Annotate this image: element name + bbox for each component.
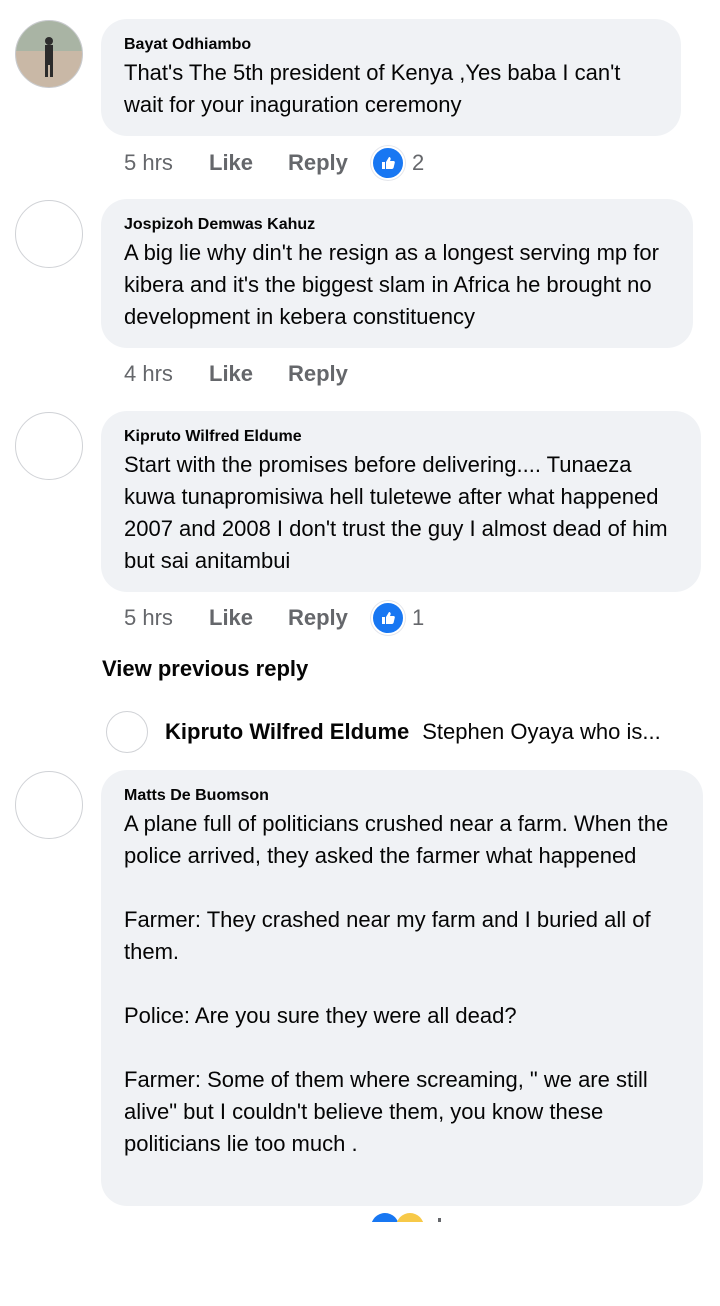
comment-author[interactable]: Bayat Odhiambo — [124, 35, 659, 55]
avatar[interactable] — [15, 20, 83, 88]
profile-photo — [16, 21, 82, 87]
reply-button[interactable]: Reply — [288, 150, 371, 176]
avatar[interactable] — [15, 200, 83, 268]
like-button[interactable]: Like — [209, 361, 288, 387]
comment-text: A plane full of politicians crushed near… — [124, 811, 669, 1156]
comment-time[interactable]: 5 hrs — [124, 150, 209, 176]
thumbs-up-icon — [371, 601, 405, 635]
comment-text: Start with the promises before deliverin… — [124, 452, 668, 573]
view-previous-reply-link[interactable]: View previous reply — [102, 656, 308, 682]
thumbs-up-icon — [371, 1213, 399, 1222]
reply-snippet[interactable]: Stephen Oyaya who is... — [422, 719, 660, 745]
comment-text: A big lie why din't he resign as a longe… — [124, 240, 659, 329]
comment-actions: 4 hrs Like Reply — [124, 358, 371, 390]
avatar[interactable] — [15, 771, 83, 839]
reaction-summary-partial[interactable] — [368, 1212, 458, 1222]
reaction-count: 2 — [412, 150, 425, 175]
comment-bubble[interactable]: Jospizoh Demwas Kahuz A big lie why din'… — [101, 199, 693, 348]
reply-button[interactable]: Reply — [288, 361, 371, 387]
comment-actions: 5 hrs Like Reply 1 — [124, 601, 424, 635]
reply-preview[interactable]: Kipruto Wilfred Eldume Stephen Oyaya who… — [106, 710, 720, 754]
reaction-summary[interactable]: 1 — [371, 601, 424, 635]
like-button[interactable]: Like — [209, 150, 288, 176]
comment-bubble[interactable]: Bayat Odhiambo That's The 5th president … — [101, 19, 681, 136]
comment-time[interactable]: 4 hrs — [124, 361, 209, 387]
like-button[interactable]: Like — [209, 605, 288, 631]
comment-bubble[interactable]: Matts De Buomson A plane full of politic… — [101, 770, 703, 1206]
thumbs-up-icon — [371, 146, 405, 180]
laughing-face-icon — [396, 1213, 424, 1222]
comment-author[interactable]: Jospizoh Demwas Kahuz — [124, 215, 671, 235]
comment-text: That's The 5th president of Kenya ,Yes b… — [124, 60, 621, 117]
comment-bubble[interactable]: Kipruto Wilfred Eldume Start with the pr… — [101, 411, 701, 592]
reaction-count: 1 — [412, 605, 425, 630]
comment-time[interactable]: 5 hrs — [124, 605, 209, 631]
avatar[interactable] — [15, 412, 83, 480]
reply-button[interactable]: Reply — [288, 605, 371, 631]
reaction-summary[interactable]: 2 — [371, 146, 424, 180]
comment-actions: 5 hrs Like Reply 2 — [124, 146, 424, 180]
comment-author[interactable]: Kipruto Wilfred Eldume — [124, 427, 679, 447]
avatar[interactable] — [106, 711, 148, 753]
comment-author[interactable]: Matts De Buomson — [124, 786, 681, 806]
reply-author[interactable]: Kipruto Wilfred Eldume — [165, 719, 409, 745]
